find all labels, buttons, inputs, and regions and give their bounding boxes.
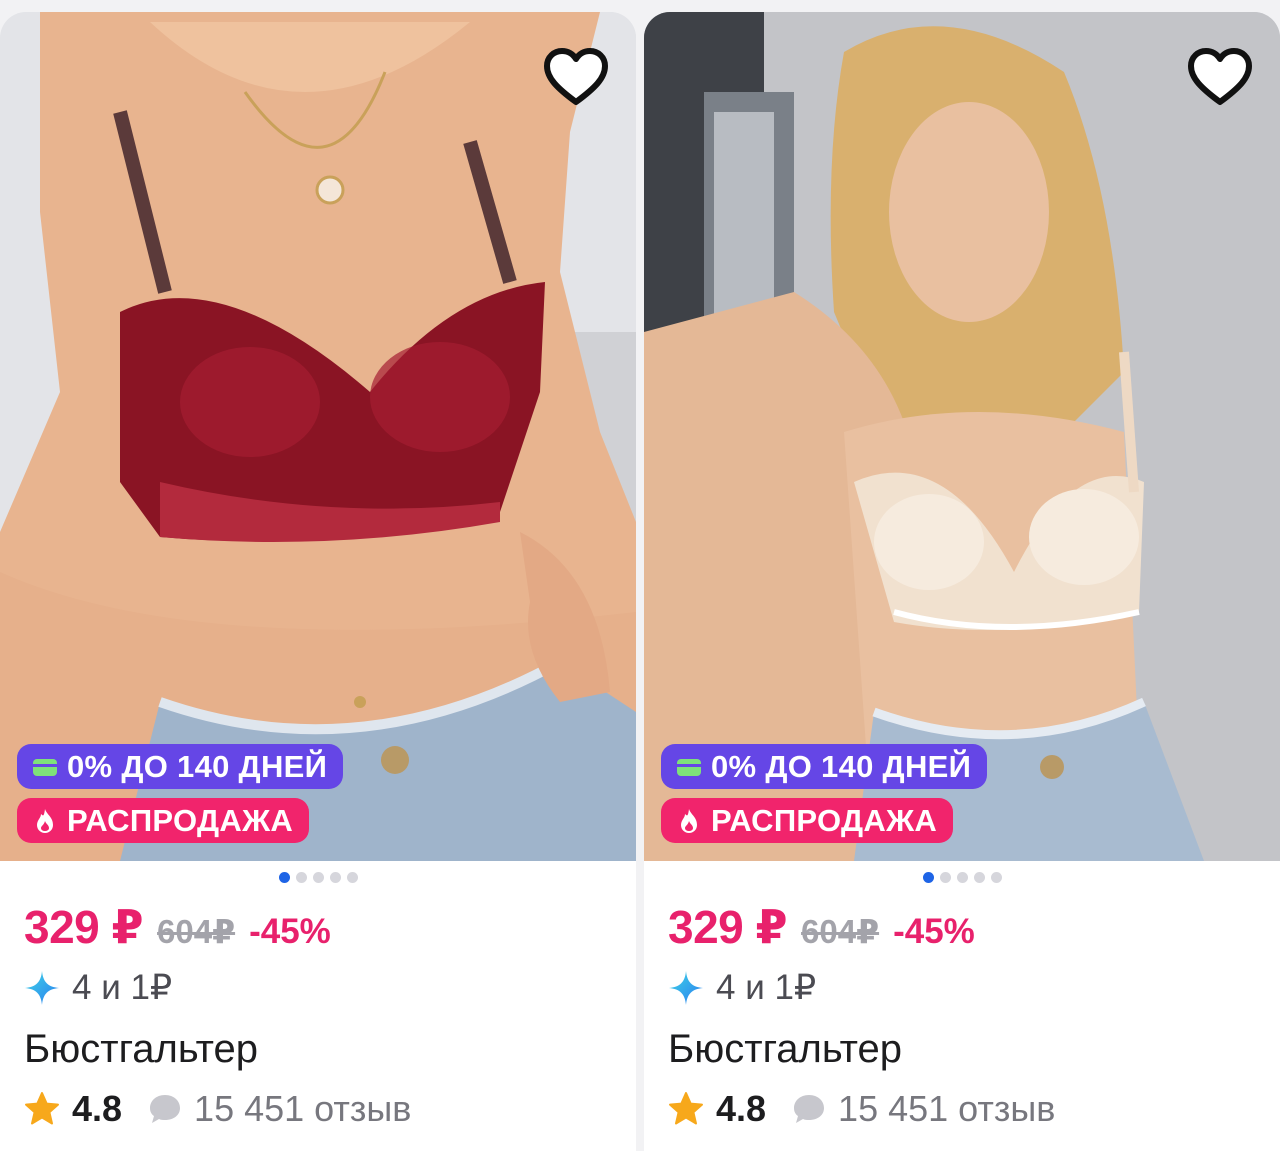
current-price: 329 ₽ bbox=[24, 901, 144, 953]
bonus-text: 4 и 1₽ bbox=[72, 968, 173, 1007]
sparkle-icon bbox=[25, 971, 59, 1005]
product-photo[interactable]: 0% ДО 140 ДНЕЙ РАСПРОДАЖА bbox=[644, 12, 1280, 861]
carousel-dot bbox=[278, 872, 290, 883]
promo-badges: 0% ДО 140 ДНЕЙ РАСПРОДАЖА bbox=[661, 744, 988, 843]
installment-badge: 0% ДО 140 ДНЕЙ bbox=[17, 744, 344, 789]
comment-bubble-icon bbox=[150, 1095, 181, 1123]
product-info: 329 ₽ 604₽ -45% 4 и 1₽ Бюстгальтер 4.8 1… bbox=[0, 900, 636, 1134]
product-image-red-bra bbox=[0, 12, 636, 861]
price-row: 329 ₽ 604₽ -45% bbox=[24, 900, 612, 956]
rating-value: 4.8 bbox=[72, 1088, 123, 1129]
product-photo[interactable]: 0% ДО 140 ДНЕЙ РАСПРОДАЖА bbox=[0, 12, 636, 861]
comment-bubble-icon bbox=[794, 1095, 825, 1123]
bonus-text: 4 и 1₽ bbox=[716, 968, 817, 1007]
carousel-dot bbox=[346, 872, 358, 883]
favorite-button[interactable] bbox=[538, 42, 614, 112]
current-price: 329 ₽ bbox=[668, 901, 788, 953]
product-title[interactable]: Бюстгальтер bbox=[24, 1024, 612, 1074]
bonus-row: 4 и 1₽ bbox=[24, 966, 612, 1010]
reviews-count[interactable]: 15 451 отзыв bbox=[838, 1088, 1055, 1130]
carousel-dot bbox=[956, 872, 968, 883]
rating-value: 4.8 bbox=[716, 1088, 767, 1129]
product-card[interactable]: 0% ДО 140 ДНЕЙ РАСПРОДАЖА 329 ₽ 604₽ -45… bbox=[644, 12, 1280, 1151]
rating-row: 4.8 15 451 отзыв bbox=[24, 1084, 612, 1134]
carousel-dot bbox=[312, 872, 324, 883]
old-price: 604₽ bbox=[157, 913, 236, 950]
fire-icon bbox=[681, 808, 697, 833]
fire-icon bbox=[37, 808, 53, 833]
heart-outline-icon bbox=[544, 48, 608, 105]
price-row: 329 ₽ 604₽ -45% bbox=[668, 900, 1256, 956]
product-title[interactable]: Бюстгальтер bbox=[668, 1024, 1256, 1074]
sale-badge: РАСПРОДАЖА bbox=[661, 798, 954, 843]
bonus-row: 4 и 1₽ bbox=[668, 966, 1256, 1010]
star-icon bbox=[669, 1092, 703, 1125]
carousel-dot bbox=[939, 872, 951, 883]
carousel-dot bbox=[329, 872, 341, 883]
carousel-dot bbox=[295, 872, 307, 883]
installment-badge-label: 0% ДО 140 ДНЕЙ bbox=[711, 748, 972, 784]
promo-badges: 0% ДО 140 ДНЕЙ РАСПРОДАЖА bbox=[17, 744, 344, 843]
carousel-indicator bbox=[0, 872, 636, 884]
product-grid: 0% ДО 140 ДНЕЙ РАСПРОДАЖА 329 ₽ 604₽ -45… bbox=[0, 0, 1280, 1151]
reviews-count[interactable]: 15 451 отзыв bbox=[194, 1088, 411, 1130]
sale-badge-label: РАСПРОДАЖА bbox=[67, 802, 294, 838]
carousel-dot bbox=[922, 872, 934, 883]
carousel-dot bbox=[973, 872, 985, 883]
sale-badge-label: РАСПРОДАЖА bbox=[711, 802, 938, 838]
product-card[interactable]: 0% ДО 140 ДНЕЙ РАСПРОДАЖА 329 ₽ 604₽ -45… bbox=[0, 12, 636, 1151]
heart-outline-icon bbox=[1188, 48, 1252, 105]
sale-badge: РАСПРОДАЖА bbox=[17, 798, 310, 843]
discount-percent: -45% bbox=[893, 912, 975, 951]
old-price: 604₽ bbox=[801, 913, 880, 950]
installment-badge-label: 0% ДО 140 ДНЕЙ bbox=[67, 748, 328, 784]
rating-row: 4.8 15 451 отзыв bbox=[668, 1084, 1256, 1134]
product-image-beige-bra bbox=[644, 12, 1280, 861]
discount-percent: -45% bbox=[249, 912, 331, 951]
installment-badge: 0% ДО 140 ДНЕЙ bbox=[661, 744, 988, 789]
carousel-indicator bbox=[644, 872, 1280, 884]
card-icon bbox=[677, 758, 701, 776]
favorite-button[interactable] bbox=[1182, 42, 1258, 112]
sparkle-icon bbox=[669, 971, 703, 1005]
product-info: 329 ₽ 604₽ -45% 4 и 1₽ Бюстгальтер 4.8 1… bbox=[644, 900, 1280, 1134]
card-icon bbox=[33, 758, 57, 776]
star-icon bbox=[25, 1092, 59, 1125]
carousel-dot bbox=[990, 872, 1002, 883]
